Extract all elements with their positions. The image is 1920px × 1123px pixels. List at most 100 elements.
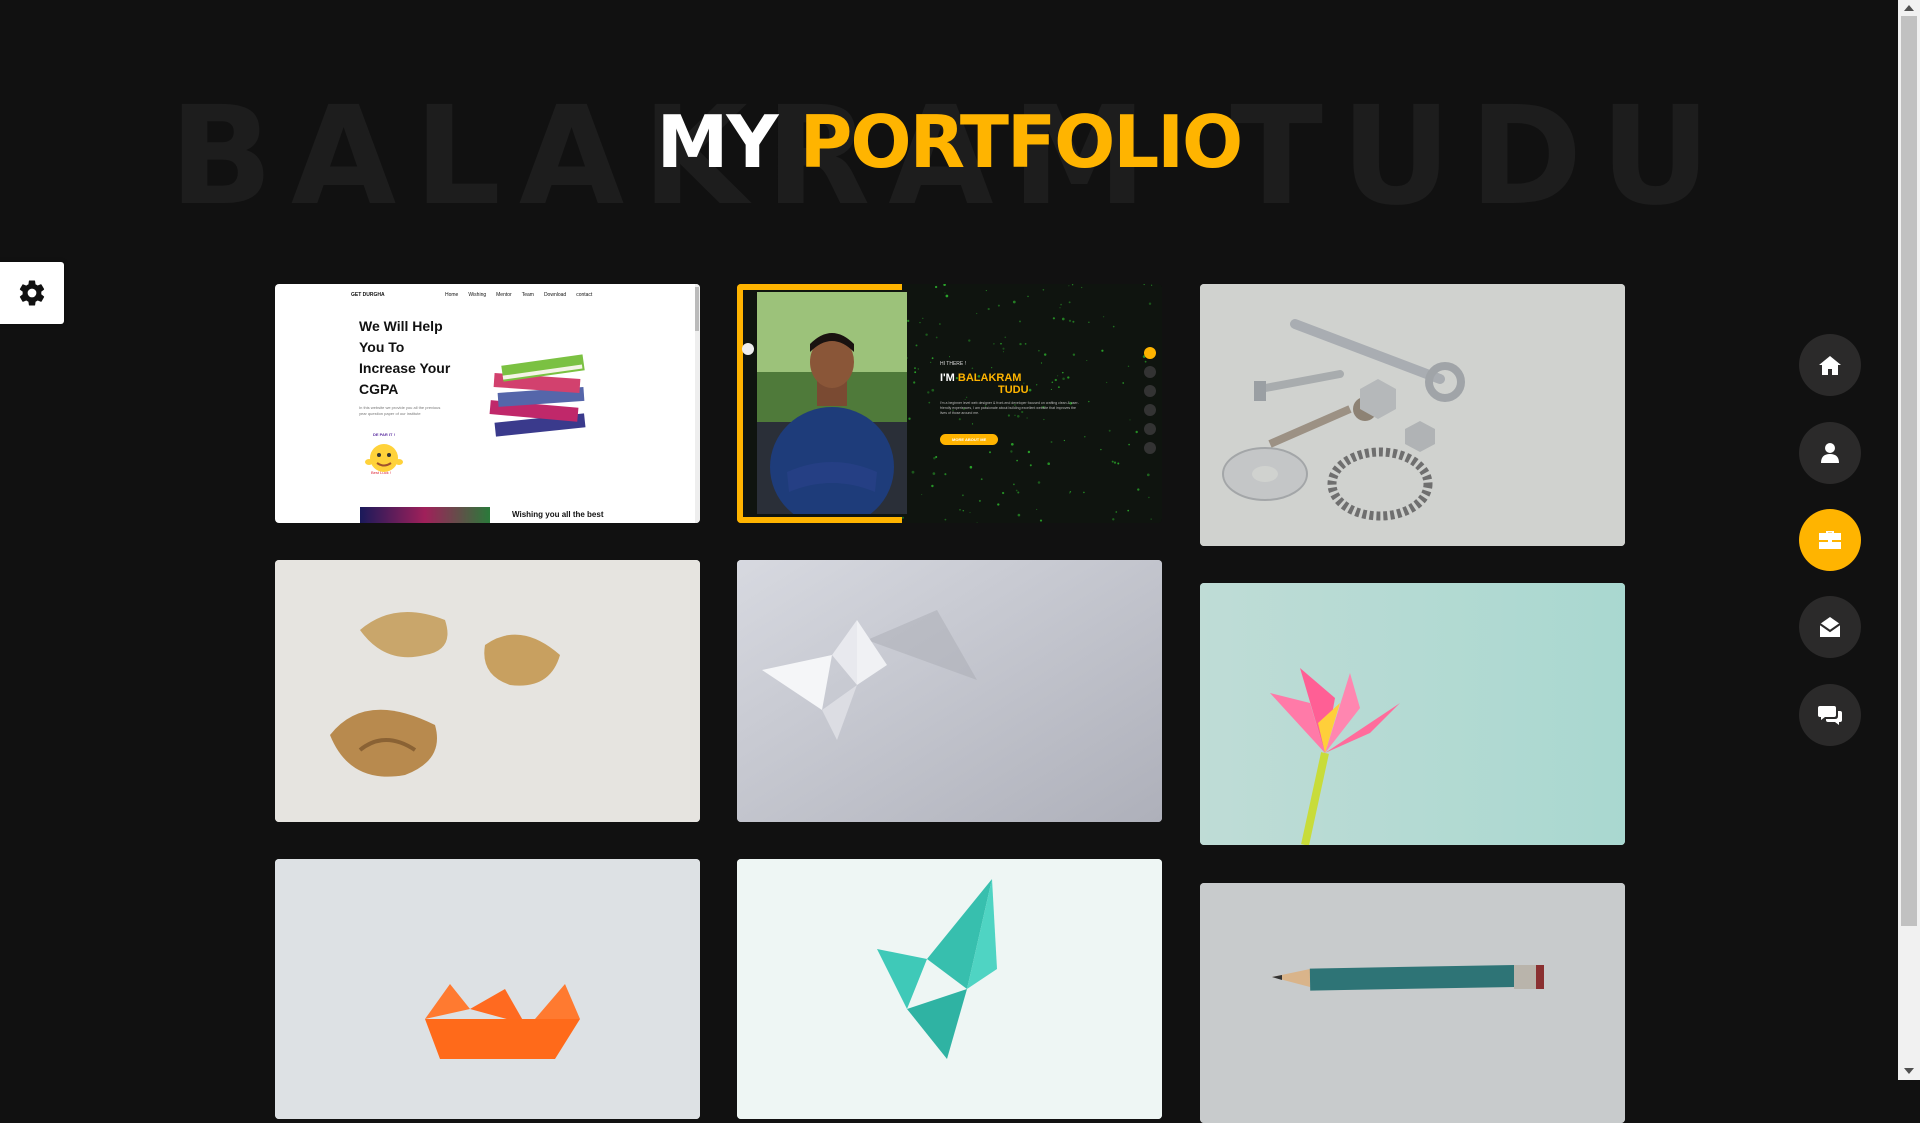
- star-dot: [966, 396, 968, 398]
- star-dot: [1024, 343, 1027, 345]
- page-title-yellow: PORTFOLIO: [799, 100, 1244, 184]
- star-dot: [989, 451, 991, 454]
- star-dot: [1137, 488, 1140, 491]
- star-dot: [976, 522, 978, 523]
- portfolio-item-tools[interactable]: [1200, 284, 1625, 546]
- star-dot: [1117, 462, 1120, 465]
- star-dot: [1054, 378, 1057, 382]
- star-dot: [1043, 418, 1045, 421]
- portfolio-item-personal-portfolio[interactable]: HI THERE ! I'M BALAKRAM TUDU I'm a begin…: [737, 284, 1162, 523]
- star-dot: [997, 304, 1000, 307]
- star-dot: [987, 307, 990, 311]
- star-dot: [1111, 460, 1114, 463]
- star-dot: [1106, 381, 1108, 384]
- page-scrollbar[interactable]: [1898, 0, 1920, 1080]
- style-switcher-toggle[interactable]: [0, 262, 64, 324]
- mockup-nav: Home Wishing Mentor Team Download contac…: [445, 292, 592, 298]
- profile-photo: [757, 292, 907, 514]
- star-dot: [1037, 481, 1041, 484]
- nav-about-button[interactable]: [1799, 422, 1861, 484]
- star-dot: [1017, 491, 1020, 494]
- star-dot: [1002, 347, 1005, 350]
- nav-home-button[interactable]: [1799, 334, 1861, 396]
- nav-chat-button[interactable]: [1799, 684, 1861, 746]
- star-dot: [1083, 491, 1085, 494]
- star-dot: [1040, 362, 1043, 364]
- star-dot: [939, 323, 941, 325]
- star-dot: [1027, 295, 1029, 298]
- star-dot: [991, 367, 993, 369]
- star-dot: [1047, 462, 1051, 466]
- scroll-down-arrow[interactable]: [1904, 1068, 1914, 1074]
- star-dot: [1051, 381, 1054, 383]
- mockup-body: In this website we provide you all the p…: [359, 405, 441, 416]
- star-dot: [1112, 518, 1115, 521]
- star-dot: [969, 465, 973, 469]
- star-dot: [1016, 459, 1018, 462]
- star-dot: [1038, 349, 1040, 352]
- books-illustration: [489, 354, 586, 437]
- mockup-headline-line: You To: [359, 339, 405, 355]
- portfolio-item-fortune-cookies[interactable]: [275, 560, 700, 822]
- nav-portfolio-button[interactable]: [1799, 509, 1861, 571]
- star-dot: [1062, 371, 1064, 374]
- portfolio-item-paper-butterfly[interactable]: [737, 560, 1162, 822]
- briefcase-icon: [1819, 531, 1841, 549]
- star-dot: [1088, 321, 1090, 323]
- mockup-name-prefix: I'M: [940, 372, 955, 384]
- user-icon: [1821, 443, 1839, 463]
- star-dot: [932, 472, 936, 475]
- star-dot: [915, 344, 918, 347]
- star-dot: [1086, 359, 1088, 362]
- star-dot: [919, 322, 921, 324]
- comments-icon: [1818, 706, 1842, 725]
- star-dot: [935, 455, 938, 459]
- portfolio-item-cgpa-website[interactable]: GET DURGHA Home Wishing Mentor Team Down…: [275, 284, 700, 523]
- star-dot: [1081, 286, 1083, 289]
- star-dot: [1112, 325, 1115, 328]
- gear-icon: [19, 280, 45, 306]
- mockup-nav-item: Mentor: [496, 292, 512, 298]
- scrollbar-thumb[interactable]: [1901, 16, 1917, 926]
- scroll-up-arrow[interactable]: [1904, 5, 1914, 11]
- star-dot: [1135, 430, 1138, 434]
- star-dot: [993, 343, 995, 345]
- star-dot: [943, 284, 946, 286]
- star-dot: [944, 518, 947, 521]
- star-dot: [901, 516, 905, 519]
- nav-contact-button[interactable]: [1799, 596, 1861, 658]
- portfolio-item-paper-lily[interactable]: [1200, 583, 1625, 845]
- star-dot: [1050, 388, 1052, 390]
- star-dot: [908, 417, 911, 420]
- star-dot: [1100, 448, 1102, 451]
- star-dot: [921, 494, 923, 496]
- star-dot: [914, 367, 916, 369]
- portfolio-item-teal-butterfly[interactable]: [737, 859, 1162, 1119]
- portfolio-item-paper-boat[interactable]: [275, 859, 700, 1119]
- star-dot: [1036, 384, 1038, 386]
- mockup-badge-sub: Best Luck !: [371, 470, 391, 475]
- star-dot: [1061, 317, 1065, 321]
- star-dot: [1027, 450, 1031, 454]
- mockup-name-last: TUDU: [998, 384, 1029, 396]
- star-dot: [931, 484, 934, 488]
- star-dot: [917, 368, 920, 370]
- star-dot: [1068, 285, 1070, 287]
- star-dot: [907, 319, 910, 323]
- mockup-more-button: MORE ABOUT ME: [940, 434, 999, 445]
- star-dot: [934, 285, 938, 289]
- star-dot: [1057, 375, 1059, 377]
- mockup-headline-line: CGPA: [359, 381, 399, 397]
- star-dot: [1042, 289, 1045, 291]
- star-dot: [1128, 443, 1130, 446]
- mockup-scrollbar: [695, 284, 700, 523]
- star-dot: [959, 508, 961, 511]
- mockup-nav-item: contact: [576, 292, 593, 298]
- mockup-headline: We Will Help You To Increase Your CGPA: [359, 316, 450, 400]
- star-dot: [1150, 518, 1152, 520]
- star-dot: [1004, 336, 1007, 339]
- page-title: MY PORTFOLIO: [0, 100, 1898, 184]
- portfolio-item-pencil[interactable]: [1200, 883, 1625, 1123]
- mockup-footer-text: Wishing you all the best: [512, 510, 604, 519]
- star-dot: [1019, 342, 1022, 346]
